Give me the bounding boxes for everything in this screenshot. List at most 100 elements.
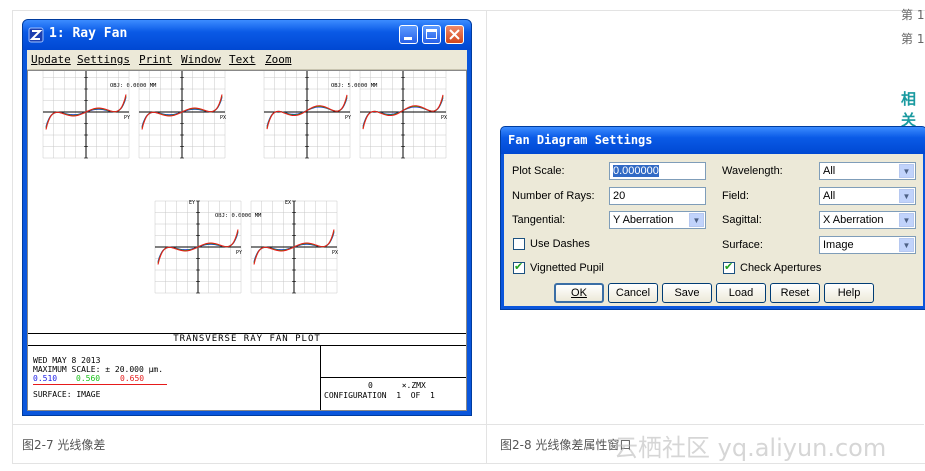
vignetted-pupil-label: Vignetted Pupil xyxy=(530,262,604,274)
ray-fan-plot-area: OBJ: 0.0000 MMEYPYEXPXOBJ: 5.0000 MMEYPY… xyxy=(27,70,467,411)
dialog-body: Plot Scale: 0.000000 Number of Rays: 20 … xyxy=(504,154,923,306)
surface-dropdown-arrow-icon[interactable]: ▼ xyxy=(899,238,914,252)
surface-value: Image xyxy=(823,239,854,251)
wavelength-dropdown-arrow-icon[interactable]: ▼ xyxy=(899,164,914,178)
wavelength-label: Wavelength: xyxy=(722,165,783,177)
plot-scale-input[interactable]: 0.000000 xyxy=(609,162,706,180)
field-3-sagittal-fan-axis-label-horizontal: PX xyxy=(332,250,338,256)
save-button-label: Save xyxy=(674,287,700,299)
menu-settings[interactable]: Settings xyxy=(77,53,130,66)
menu-text[interactable]: Text xyxy=(229,53,256,66)
wavelength-value: All xyxy=(823,165,836,177)
maximize-button[interactable] xyxy=(422,25,441,44)
surface-select[interactable]: Image ▼ xyxy=(819,236,916,254)
plot-surface: SURFACE: IMAGE xyxy=(33,390,101,399)
plot-configuration: CONFIGURATION 1 OF 1 xyxy=(324,391,435,400)
ray-fan-title: 1: Ray Fan xyxy=(49,26,128,41)
fan-diagram-settings-dialog: Fan Diagram Settings Plot Scale: 0.00000… xyxy=(500,126,925,310)
wavelength-underline xyxy=(33,384,167,385)
caption-left: 图2-7 光线像差 xyxy=(22,438,106,452)
field-3-sagittal-fan-axis-label-vertical: EX xyxy=(285,200,291,206)
sagittal-label: Sagittal: xyxy=(722,214,762,226)
use-dashes-checkbox[interactable] xyxy=(513,238,525,250)
wavelength-3: 0.650 xyxy=(120,374,145,383)
menu-window[interactable]: Window xyxy=(181,53,221,66)
menu-print[interactable]: Print xyxy=(139,53,172,66)
field-2-tangential-fan-axis-label-horizontal: PY xyxy=(345,115,351,121)
zemax-app-icon xyxy=(28,27,44,43)
load-button[interactable]: Load xyxy=(716,283,766,303)
sagittal-dropdown-arrow-icon[interactable]: ▼ xyxy=(899,213,914,227)
sagittal-select[interactable]: X Aberration ▼ xyxy=(819,211,916,229)
plot-scale-label: Plot Scale: xyxy=(512,165,565,177)
menu-update[interactable]: Update xyxy=(31,53,71,66)
minimize-icon xyxy=(404,37,412,40)
ray-fan-window: 1: Ray Fan Update Settings Print Window … xyxy=(22,19,472,416)
tangential-label: Tangential: xyxy=(512,214,566,226)
help-button-label: Help xyxy=(837,287,861,299)
field-select[interactable]: All ▼ xyxy=(819,187,916,205)
side-text-2[interactable]: 第 1 xyxy=(901,30,924,47)
menu-zoom-label: Zoom xyxy=(265,53,292,66)
plot-scale-value: 0.000000 xyxy=(613,165,659,177)
wavelength-select[interactable]: All ▼ xyxy=(819,162,916,180)
wavelength-2: 0.560 xyxy=(76,374,101,383)
help-button[interactable]: Help xyxy=(824,283,874,303)
reset-button[interactable]: Reset xyxy=(770,283,820,303)
plot-title: TRANSVERSE RAY FAN PLOT xyxy=(173,334,321,344)
vignetted-pupil-checkbox[interactable]: ✔ xyxy=(513,261,525,274)
use-dashes-label: Use Dashes xyxy=(530,238,590,250)
menu-window-label: Window xyxy=(181,53,221,66)
menu-settings-label: Settings xyxy=(77,53,130,66)
lens-file: 0 ×.ZMX xyxy=(368,381,426,390)
save-button[interactable]: Save xyxy=(662,283,712,303)
dialog-titlebar[interactable]: Fan Diagram Settings xyxy=(501,127,925,154)
plot-max-scale: MAXIMUM SCALE: ± 20.000 μm. xyxy=(33,365,164,374)
side-heading-related: 相关 xyxy=(901,90,917,129)
field-3-tangential-fan-axis-label-vertical: EY xyxy=(189,200,195,206)
close-icon xyxy=(449,29,460,40)
menu-update-label: Update xyxy=(31,53,71,66)
field-3-tangential-fan-axis-label-horizontal: PY xyxy=(236,250,242,256)
field-label: Field: xyxy=(722,190,749,202)
plot-info-divider xyxy=(320,346,321,410)
minimize-button[interactable] xyxy=(399,25,418,44)
number-of-rays-label: Number of Rays: xyxy=(512,190,595,202)
dialog-title: Fan Diagram Settings xyxy=(508,133,653,147)
menu-zoom[interactable]: Zoom xyxy=(265,53,292,66)
menu-print-label: Print xyxy=(139,53,173,66)
field-label-3: OBJ: 0.0000 MM xyxy=(215,213,262,219)
tangential-dropdown-arrow-icon[interactable]: ▼ xyxy=(689,213,704,227)
check-apertures-check-icon: ✔ xyxy=(724,261,734,273)
ok-button[interactable]: OK xyxy=(554,283,604,303)
number-of-rays-input[interactable]: 20 xyxy=(609,187,706,205)
menu-text-label: Text xyxy=(229,53,256,66)
ray-fan-menubar: Update Settings Print Window Text Zoom xyxy=(27,50,467,70)
field-1-tangential-fan-axis-label-horizontal: PY xyxy=(124,115,130,121)
check-apertures-label: Check Apertures xyxy=(740,262,822,274)
reset-button-label: Reset xyxy=(780,287,810,299)
close-button[interactable] xyxy=(445,25,464,44)
ray-fan-titlebar[interactable]: 1: Ray Fan xyxy=(23,20,471,50)
surface-label: Surface: xyxy=(722,239,763,251)
maximize-icon xyxy=(426,29,437,39)
caption-right: 图2-8 光线像差属性窗口 xyxy=(500,438,632,452)
caption-divider xyxy=(12,424,924,425)
check-apertures-checkbox[interactable]: ✔ xyxy=(723,261,735,274)
sagittal-value: X Aberration xyxy=(823,214,884,226)
watermark: 云栖社区 yq.aliyun.com xyxy=(614,434,887,462)
tangential-select[interactable]: Y Aberration ▼ xyxy=(609,211,706,229)
vignetted-pupil-check-icon: ✔ xyxy=(514,261,524,273)
field-dropdown-arrow-icon[interactable]: ▼ xyxy=(899,189,914,203)
side-text-1[interactable]: 第 1 xyxy=(901,6,924,23)
cancel-button[interactable]: Cancel xyxy=(608,283,658,303)
plot-date: WED MAY 8 2013 xyxy=(33,356,101,365)
wavelength-1: 0.510 xyxy=(33,374,58,383)
tangential-value: Y Aberration xyxy=(613,214,674,226)
cancel-button-label: Cancel xyxy=(615,287,651,299)
field-value: All xyxy=(823,190,836,202)
ok-button-label: OK xyxy=(571,287,587,299)
config-box-top xyxy=(320,377,466,378)
load-button-label: Load xyxy=(728,287,754,299)
field-2-sagittal-fan-axis-label-horizontal: PX xyxy=(441,115,447,121)
